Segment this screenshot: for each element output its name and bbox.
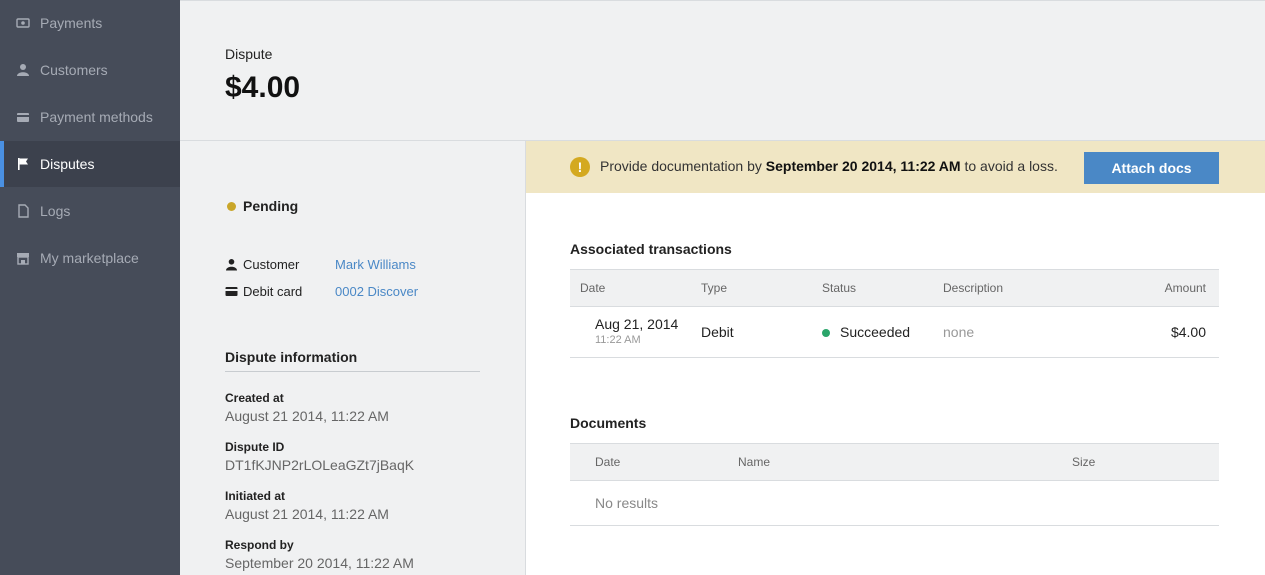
dispute-id-value: DT1fKJNP2rLOLeaGZt7jBaqK — [225, 457, 415, 473]
customer-row: Customer Mark Williams — [225, 257, 416, 272]
column-header-status[interactable]: Status — [822, 281, 856, 295]
created-at-label: Created at — [225, 391, 284, 405]
customer-link[interactable]: Mark Williams — [335, 257, 416, 272]
initiated-at-value: August 21 2014, 11:22 AM — [225, 506, 389, 522]
page-subtitle: Dispute — [225, 46, 273, 62]
banner-deadline: September 20 2014, 11:22 AM — [765, 158, 961, 174]
sidebar-item-label: Logs — [40, 203, 71, 219]
sidebar-item-label: Payments — [40, 15, 103, 31]
empty-state-text: No results — [595, 495, 659, 511]
table-header: Date Name Size — [570, 443, 1219, 481]
column-header-size[interactable]: Size — [1072, 455, 1095, 469]
column-header-amount[interactable]: Amount — [1165, 281, 1206, 295]
respond-by-label: Respond by — [225, 538, 294, 552]
documents-heading: Documents — [570, 415, 647, 431]
succeeded-status-dot — [822, 329, 830, 338]
transactions-table: Date Type Status Description Amount Aug … — [570, 269, 1219, 358]
marketplace-icon — [16, 251, 30, 265]
sidebar-item-label: My marketplace — [40, 250, 139, 266]
sidebar: Payments Customers Payment methods Dispu… — [0, 0, 180, 575]
dispute-id-label: Dispute ID — [225, 440, 285, 454]
sidebar-item-customers[interactable]: Customers — [0, 47, 180, 93]
customer-icon — [225, 258, 238, 271]
card-icon — [225, 285, 238, 298]
banner-prefix: Provide documentation by — [600, 158, 766, 174]
sidebar-item-logs[interactable]: Logs — [0, 188, 180, 234]
logs-icon — [16, 204, 30, 218]
status-label: Pending — [243, 198, 299, 214]
payments-icon — [16, 16, 30, 30]
sidebar-item-my-marketplace[interactable]: My marketplace — [0, 235, 180, 281]
empty-state-row: No results — [570, 481, 1219, 526]
transaction-status: Succeeded — [822, 324, 910, 340]
sidebar-item-label: Payment methods — [40, 109, 153, 125]
status-badge: Pending — [227, 198, 298, 214]
warning-icon: ! — [570, 157, 590, 177]
card-label: Debit card — [243, 284, 303, 299]
documents-table: Date Name Size No results — [570, 443, 1219, 526]
transaction-time: 11:22 AM — [595, 334, 641, 346]
column-header-description[interactable]: Description — [943, 281, 1003, 295]
dispute-details-panel: Pending Customer Mark Williams Debit car… — [180, 141, 526, 575]
banner-suffix: to avoid a loss. — [960, 158, 1058, 174]
transaction-status-label: Succeeded — [840, 324, 911, 340]
customer-icon — [16, 63, 30, 77]
transaction-description: none — [943, 324, 975, 340]
page-header: Dispute $4.00 — [180, 0, 1265, 141]
dispute-information-heading: Dispute information — [225, 349, 480, 372]
column-header-date[interactable]: Date — [595, 455, 620, 469]
table-row[interactable]: Aug 21, 2014 11:22 AM Debit Succeeded no… — [570, 307, 1219, 358]
column-header-type[interactable]: Type — [701, 281, 727, 295]
transaction-type: Debit — [701, 324, 734, 340]
card-row: Debit card 0002 Discover — [225, 284, 418, 299]
main-content: ! Provide documentation by September 20 … — [526, 141, 1265, 575]
flag-icon — [16, 157, 30, 171]
sidebar-item-label: Customers — [40, 62, 108, 78]
banner-message: Provide documentation by September 20 20… — [600, 158, 1058, 174]
customer-label: Customer — [243, 257, 300, 272]
column-header-name[interactable]: Name — [738, 455, 770, 469]
card-link[interactable]: 0002 Discover — [335, 284, 418, 299]
documentation-banner: ! Provide documentation by September 20 … — [526, 141, 1265, 193]
sidebar-item-disputes[interactable]: Disputes — [0, 141, 180, 187]
card-icon — [16, 110, 30, 124]
sidebar-item-payment-methods[interactable]: Payment methods — [0, 94, 180, 140]
sidebar-item-payments[interactable]: Payments — [0, 0, 180, 46]
attach-docs-button[interactable]: Attach docs — [1084, 152, 1219, 184]
created-at-value: August 21 2014, 11:22 AM — [225, 408, 389, 424]
pending-status-dot — [227, 201, 236, 211]
transaction-date: Aug 21, 2014 — [595, 316, 679, 332]
respond-by-value: September 20 2014, 11:22 AM — [225, 555, 414, 571]
transaction-amount: $4.00 — [1170, 324, 1206, 340]
associated-transactions-heading: Associated transactions — [570, 241, 732, 257]
dispute-amount: $4.00 — [225, 71, 301, 104]
sidebar-item-label: Disputes — [40, 156, 95, 172]
initiated-at-label: Initiated at — [225, 489, 286, 503]
table-header: Date Type Status Description Amount — [570, 269, 1219, 307]
column-header-date[interactable]: Date — [580, 281, 605, 295]
